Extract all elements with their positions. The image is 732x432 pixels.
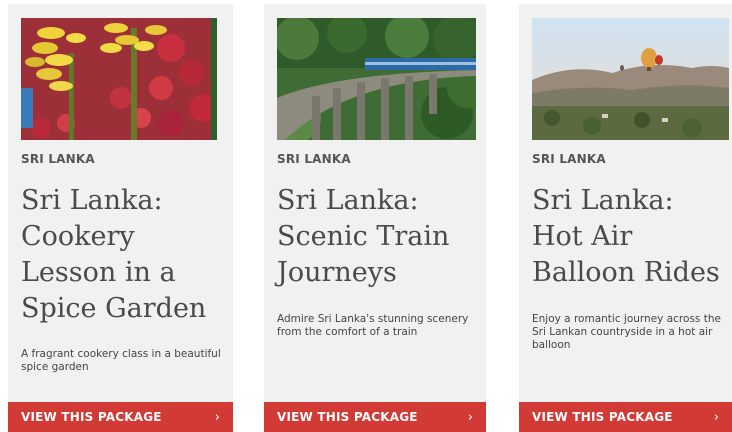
card-description: Enjoy a romantic journey across the Sri … bbox=[532, 313, 721, 351]
package-card-train[interactable]: SRI LANKA Sri Lanka: Scenic Train Journe… bbox=[264, 4, 486, 432]
package-card-balloon[interactable]: SRI LANKA Sri Lanka: Hot Air Balloon Rid… bbox=[519, 4, 732, 432]
card-country-label: SRI LANKA bbox=[277, 152, 351, 166]
card-description: A fragrant cookery class in a beautiful … bbox=[21, 348, 221, 373]
card-title[interactable]: Sri Lanka: Hot Air Balloon Rides bbox=[532, 183, 724, 291]
view-package-label: VIEW THIS PACKAGE bbox=[277, 410, 418, 424]
view-package-button[interactable]: VIEW THIS PACKAGE › bbox=[8, 402, 233, 432]
chevron-right-icon: › bbox=[214, 409, 220, 425]
card-country-label: SRI LANKA bbox=[21, 152, 95, 166]
card-title[interactable]: Sri Lanka: Cookery Lesson in a Spice Gar… bbox=[21, 183, 225, 327]
chevron-right-icon: › bbox=[713, 409, 719, 425]
package-card-cookery[interactable]: SRI LANKA Sri Lanka: Cookery Lesson in a… bbox=[8, 4, 233, 432]
package-image-fruit-market[interactable] bbox=[21, 18, 217, 140]
card-title[interactable]: Sri Lanka: Scenic Train Journeys bbox=[277, 183, 478, 291]
chevron-right-icon: › bbox=[467, 409, 473, 425]
view-package-button[interactable]: VIEW THIS PACKAGE › bbox=[519, 402, 732, 432]
package-image-hot-air-balloon[interactable] bbox=[532, 18, 729, 140]
card-description: Admire Sri Lanka's stunning scenery from… bbox=[277, 313, 469, 338]
card-country-label: SRI LANKA bbox=[532, 152, 606, 166]
package-image-train-bridge[interactable] bbox=[277, 18, 476, 140]
view-package-label: VIEW THIS PACKAGE bbox=[21, 410, 162, 424]
view-package-button[interactable]: VIEW THIS PACKAGE › bbox=[264, 402, 486, 432]
view-package-label: VIEW THIS PACKAGE bbox=[532, 410, 673, 424]
